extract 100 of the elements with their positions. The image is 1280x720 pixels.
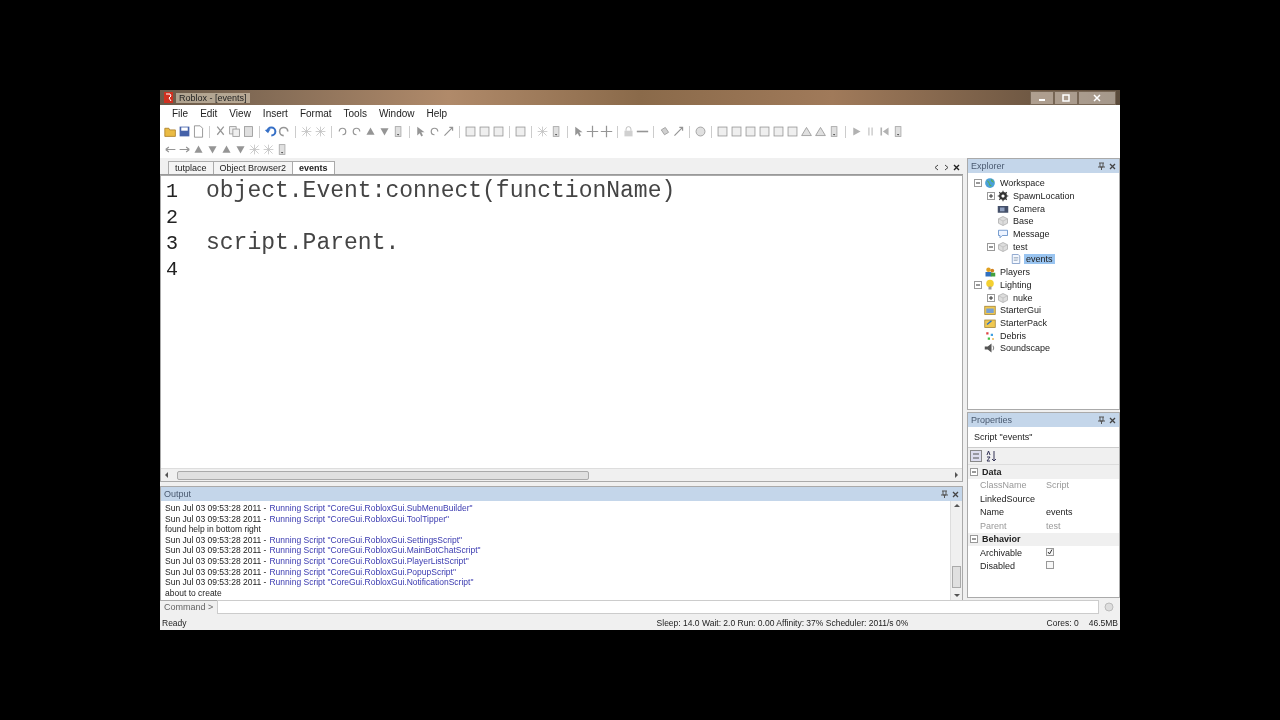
play-icon[interactable] [850, 125, 863, 138]
tree-item[interactable]: Message [1011, 229, 1052, 240]
overflow-icon[interactable] [550, 125, 563, 138]
scissors-icon[interactable] [214, 125, 227, 138]
close-icon[interactable] [1109, 162, 1116, 170]
code-editor[interactable]: 1 object.Event:connect(functionName) 2 3 script.Parent. 4 [160, 175, 963, 482]
square-icon[interactable] [514, 125, 527, 138]
horizontal-scrollbar[interactable] [161, 468, 962, 481]
tree-item[interactable]: Lighting [998, 279, 1034, 290]
overflow-icon[interactable] [276, 143, 289, 156]
property-value[interactable]: events [1046, 507, 1073, 518]
menu-item[interactable]: Help [420, 108, 454, 119]
down-arrow-icon[interactable] [234, 143, 247, 156]
down-arrow-icon[interactable] [378, 125, 391, 138]
maximize-button[interactable] [1054, 90, 1078, 105]
scroll-right-icon[interactable] [953, 472, 959, 478]
close-button[interactable] [1078, 90, 1116, 105]
tree-item[interactable]: Workspace [998, 178, 1047, 189]
rotate-icon[interactable] [336, 125, 349, 138]
tab[interactable]: events [292, 161, 335, 174]
menu-item[interactable]: View [223, 108, 257, 119]
square-icon[interactable] [786, 125, 799, 138]
collapse-icon[interactable] [974, 179, 982, 188]
tree-item[interactable]: StarterPack [998, 317, 1050, 328]
rotate-icon[interactable] [350, 125, 363, 138]
close-icon[interactable] [953, 163, 960, 171]
checkbox[interactable] [1046, 547, 1054, 556]
close-icon[interactable] [1109, 416, 1116, 424]
tree-item[interactable]: Soundscape [998, 343, 1053, 354]
checkbox[interactable] [1046, 561, 1054, 570]
page-icon[interactable] [192, 125, 205, 138]
collapse-icon[interactable] [974, 280, 982, 289]
folder-icon[interactable] [164, 125, 177, 138]
square-icon[interactable] [730, 125, 743, 138]
expand-icon[interactable] [987, 293, 995, 302]
up-arrow-icon[interactable] [192, 143, 205, 156]
up-arrow-icon[interactable] [220, 143, 233, 156]
pointer-icon[interactable] [414, 125, 427, 138]
overflow-icon[interactable] [828, 125, 841, 138]
lock-icon[interactable] [622, 125, 635, 138]
scroll-up-icon[interactable] [953, 503, 960, 509]
square-icon[interactable] [772, 125, 785, 138]
line-number: 1 [165, 179, 179, 203]
overflow-icon[interactable] [392, 125, 405, 138]
scroll-thumb[interactable] [952, 566, 961, 589]
tree-item[interactable]: Players [998, 267, 1032, 278]
crosshair-icon[interactable] [586, 125, 599, 138]
tree-item[interactable]: SpawnLocation [1011, 191, 1077, 202]
command-field[interactable] [217, 600, 1100, 614]
sort-icon[interactable] [985, 450, 997, 462]
collapse-icon[interactable] [970, 535, 978, 544]
up-arrow-icon[interactable] [364, 125, 377, 138]
vertical-scrollbar[interactable] [950, 501, 962, 601]
tab[interactable]: Object Browser2 [212, 161, 294, 174]
menu-item[interactable]: File [166, 108, 195, 119]
collapse-icon[interactable] [987, 242, 995, 251]
triangle-icon[interactable] [800, 125, 813, 138]
minimize-button[interactable] [1030, 90, 1054, 105]
square-icon[interactable] [478, 125, 491, 138]
down-arrow-icon[interactable] [206, 143, 219, 156]
redo-icon[interactable] [278, 125, 291, 138]
tab[interactable]: tutplace [168, 161, 214, 174]
collapse-icon[interactable] [970, 467, 978, 476]
tree-item[interactable]: StarterGui [998, 305, 1043, 316]
copy-icon[interactable] [228, 125, 241, 138]
crosshair-icon[interactable] [600, 125, 613, 138]
save-icon[interactable] [178, 125, 191, 138]
gear-icon[interactable] [1103, 601, 1116, 613]
tree-item[interactable]: test [1011, 241, 1030, 252]
tree-item[interactable]: Camera [1011, 203, 1047, 214]
square-icon[interactable] [492, 125, 505, 138]
menu-item[interactable]: Insert [256, 108, 294, 119]
square-icon[interactable] [464, 125, 477, 138]
triangle-icon[interactable] [814, 125, 827, 138]
diagonal-arrow-icon[interactable] [442, 125, 455, 138]
tree-item[interactable]: nuke [1011, 292, 1035, 303]
pin-icon[interactable] [1098, 416, 1105, 424]
square-icon[interactable] [758, 125, 771, 138]
clipboard-icon[interactable] [242, 125, 255, 138]
scroll-left-icon[interactable] [164, 472, 170, 478]
rotate-icon[interactable] [428, 125, 441, 138]
tree-item[interactable]: Debris [998, 330, 1028, 341]
menu-item[interactable]: Window [372, 108, 421, 119]
tree-item[interactable]: events [1024, 254, 1055, 265]
square-icon[interactable] [744, 125, 757, 138]
diagonal-arrow-icon[interactable] [672, 125, 685, 138]
menu-item[interactable]: Edit [194, 108, 224, 119]
scroll-thumb[interactable] [177, 470, 589, 480]
overflow-icon[interactable] [892, 125, 905, 138]
step-back-icon[interactable] [878, 125, 891, 138]
square-icon[interactable] [716, 125, 729, 138]
close-icon[interactable] [952, 490, 959, 498]
undo-icon[interactable] [264, 125, 277, 138]
tree-item[interactable]: Base [1011, 216, 1036, 227]
menu-item[interactable]: Format [293, 108, 338, 119]
expand-icon[interactable] [987, 192, 995, 201]
pin-icon[interactable] [941, 490, 948, 498]
menu-item[interactable]: Tools [337, 108, 373, 119]
pin-icon[interactable] [1098, 162, 1105, 170]
pointer-icon[interactable] [572, 125, 585, 138]
